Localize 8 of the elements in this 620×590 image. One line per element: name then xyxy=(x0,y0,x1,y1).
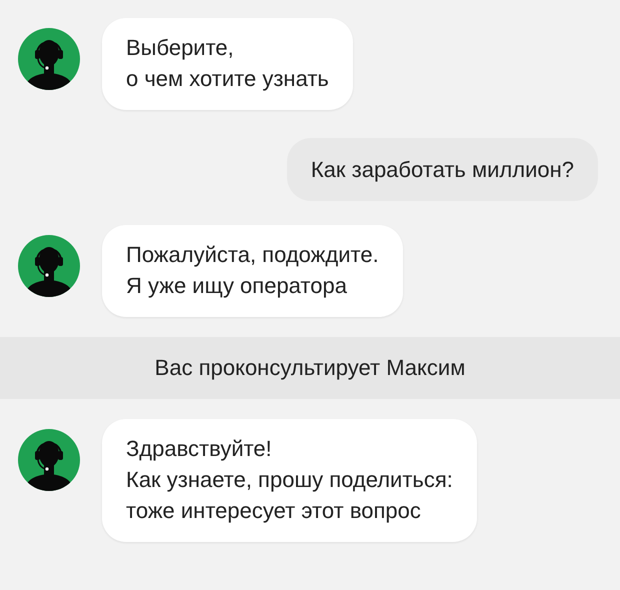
user-message: Как заработать миллион? xyxy=(286,138,598,201)
operator-avatar-icon xyxy=(18,28,80,90)
operator-avatar-icon xyxy=(18,429,80,491)
operator-message: Здравствуйте! Как узнаете, прошу поделиться: тоже интересует этот вопрос xyxy=(102,419,477,542)
operator-message: Пожалуйста, подождите. Я уже ищу оператора xyxy=(102,225,403,317)
system-notice: Вас проконсультирует Максим xyxy=(0,337,620,399)
operator-message: Выберите, о чем хотите узнать xyxy=(102,18,353,110)
operator-avatar-icon xyxy=(18,235,80,297)
